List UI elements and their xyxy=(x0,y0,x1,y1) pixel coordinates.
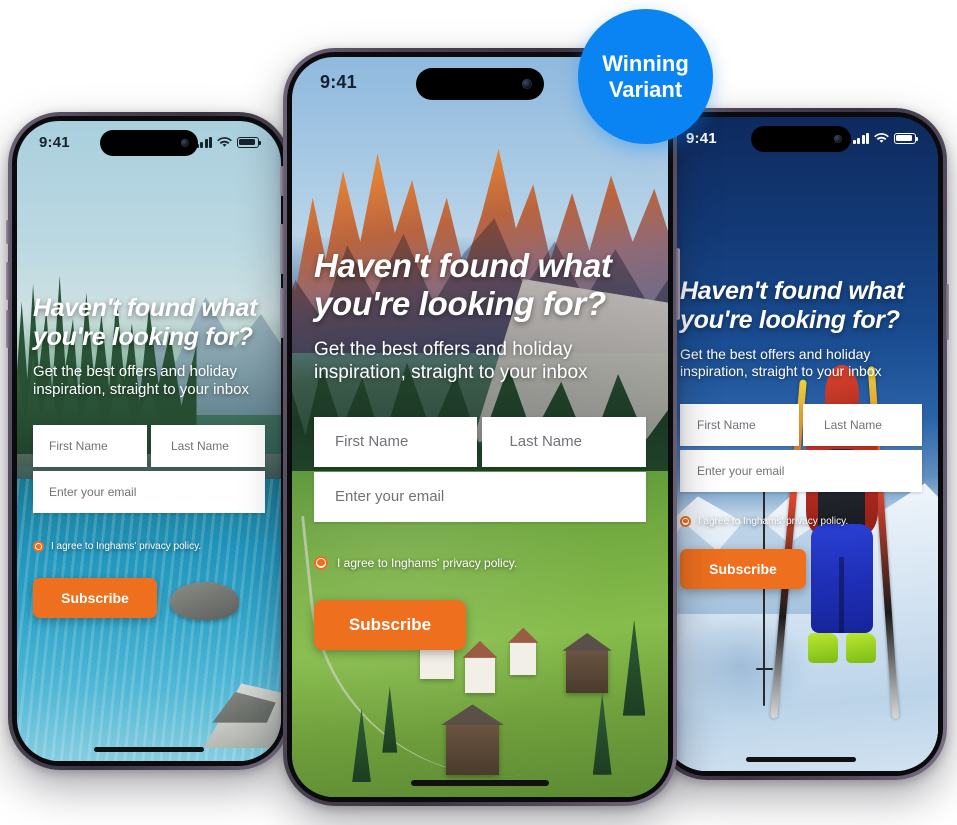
headline-line-2: you're looking for? xyxy=(314,284,606,322)
ab-test-mockup-stage: 9:41 Haven't found what you're looking f… xyxy=(0,0,957,825)
headline-line-1: Haven't found what xyxy=(314,247,612,284)
subhead-line-2: inspiration, straight to your inbox xyxy=(680,362,882,379)
phone-mockup-variant-a: 9:41 Haven't found what you're looking f… xyxy=(6,112,292,770)
home-indicator[interactable] xyxy=(94,747,204,752)
dynamic-island xyxy=(751,126,851,152)
consent-checkbox[interactable] xyxy=(680,515,691,527)
page-title: Haven't found what you're looking for? xyxy=(314,247,646,322)
privacy-consent-row[interactable]: I agree to Inghams' privacy policy. xyxy=(314,555,646,570)
last-name-input[interactable]: Last Name xyxy=(802,403,922,446)
email-placeholder: Enter your email xyxy=(697,463,785,478)
privacy-consent-row[interactable]: I agree to Inghams' privacy policy. xyxy=(33,541,265,552)
first-name-placeholder: First Name xyxy=(697,417,756,432)
consent-label: I agree to Inghams' privacy policy. xyxy=(698,515,849,527)
signup-form-variant-c: Haven't found what you're looking for? G… xyxy=(664,277,938,589)
volume-up-button[interactable] xyxy=(6,262,9,300)
front-camera-lens-icon xyxy=(834,135,842,143)
signup-form-variant-b: Haven't found what you're looking for? G… xyxy=(292,247,668,650)
page-subtitle: Get the best offers and holiday inspirat… xyxy=(680,346,922,380)
email-placeholder: Enter your email xyxy=(335,488,445,506)
volume-down-button[interactable] xyxy=(6,310,9,348)
consent-label: I agree to Inghams' privacy policy. xyxy=(337,555,518,570)
volume-up-button[interactable] xyxy=(280,224,284,274)
power-button[interactable] xyxy=(676,248,680,320)
subscribe-button[interactable]: Subscribe xyxy=(314,599,466,650)
wifi-icon xyxy=(874,132,889,143)
action-button[interactable] xyxy=(6,220,9,244)
action-button[interactable] xyxy=(280,166,284,196)
village-house-2 xyxy=(464,656,496,694)
first-name-placeholder: First Name xyxy=(335,433,409,451)
email-input[interactable]: Enter your email xyxy=(33,471,265,513)
volume-down-button[interactable] xyxy=(280,288,284,338)
winning-variant-badge-line-2: Variant xyxy=(608,76,683,102)
subscribe-button[interactable]: Subscribe xyxy=(680,548,806,589)
name-fields-row: First Name Last Name xyxy=(680,403,922,446)
status-time: 9:41 xyxy=(39,133,70,151)
signup-form-variant-a: Haven't found what you're looking for? G… xyxy=(17,294,281,618)
first-name-input[interactable]: First Name xyxy=(314,416,478,467)
battery-icon xyxy=(894,132,919,144)
privacy-consent-row[interactable]: I agree to Inghams' privacy policy. xyxy=(680,515,922,527)
front-camera-lens-icon xyxy=(181,139,189,147)
email-placeholder: Enter your email xyxy=(49,485,137,499)
ski-boot-right xyxy=(846,633,877,664)
page-subtitle: Get the best offers and holiday inspirat… xyxy=(314,339,646,385)
subhead-line-2: inspiration, straight to your inbox xyxy=(314,362,588,384)
phone-mockup-variant-b: 9:41 Haven't found what you're looking f… xyxy=(280,48,680,806)
page-title: Haven't found what you're looking for? xyxy=(33,294,265,351)
consent-checkbox[interactable] xyxy=(314,555,328,570)
status-time: 9:41 xyxy=(686,129,717,147)
winning-variant-badge: Winning Variant xyxy=(578,9,713,144)
last-name-input[interactable]: Last Name xyxy=(150,425,265,467)
page-subtitle: Get the best offers and holiday inspirat… xyxy=(33,363,265,399)
headline-line-1: Haven't found what xyxy=(33,294,258,322)
ski-boot-left xyxy=(807,633,838,664)
dynamic-island xyxy=(100,130,198,156)
dynamic-island xyxy=(416,68,544,100)
snow-shadow xyxy=(669,614,812,719)
wifi-icon xyxy=(217,136,232,147)
phone-mockup-variant-c: 9:41 Haven't found what you're looking f… xyxy=(653,108,949,780)
headline-line-2: you're looking for? xyxy=(33,322,253,351)
subhead-line-2: inspiration, straight to your inbox xyxy=(33,381,249,398)
subhead-line-1: Get the best offers and holiday xyxy=(33,363,238,380)
subscribe-label: Subscribe xyxy=(61,590,129,606)
consent-checkbox[interactable] xyxy=(33,541,44,552)
subscribe-label: Subscribe xyxy=(348,614,432,634)
headline-line-1: Haven't found what xyxy=(680,277,905,305)
subhead-line-1: Get the best offers and holiday xyxy=(680,346,871,362)
email-input[interactable]: Enter your email xyxy=(314,471,646,522)
last-name-placeholder: Last Name xyxy=(823,417,882,432)
subhead-line-1: Get the best offers and holiday xyxy=(314,339,573,361)
last-name-placeholder: Last Name xyxy=(509,433,582,451)
first-name-input[interactable]: First Name xyxy=(680,403,799,446)
status-time: 9:41 xyxy=(320,71,357,92)
name-fields-row: First Name Last Name xyxy=(33,425,265,467)
power-button[interactable] xyxy=(946,284,949,340)
battery-icon xyxy=(237,136,262,148)
phone-screen-variant-b: 9:41 Haven't found what you're looking f… xyxy=(292,57,668,797)
wooden-barn-1 xyxy=(566,649,608,694)
home-indicator[interactable] xyxy=(411,780,549,786)
subscribe-button[interactable]: Subscribe xyxy=(33,578,157,618)
wooden-barn-2 xyxy=(446,723,499,775)
page-title: Haven't found what you're looking for? xyxy=(680,277,922,334)
home-indicator[interactable] xyxy=(746,757,856,762)
consent-label: I agree to Inghams' privacy policy. xyxy=(51,541,202,552)
last-name-placeholder: Last Name xyxy=(170,439,229,453)
first-name-input[interactable]: First Name xyxy=(33,425,147,467)
phone-screen-variant-a: 9:41 Haven't found what you're looking f… xyxy=(17,121,281,761)
subscribe-label: Subscribe xyxy=(709,560,777,577)
front-camera-lens-icon xyxy=(522,79,532,89)
first-name-placeholder: First Name xyxy=(49,439,108,453)
email-input[interactable]: Enter your email xyxy=(680,449,922,492)
name-fields-row: First Name Last Name xyxy=(314,416,646,467)
phone-screen-variant-c: 9:41 Haven't found what you're looking f… xyxy=(664,117,938,771)
cellular-signal-icon xyxy=(852,132,869,144)
headline-line-2: you're looking for? xyxy=(680,305,900,334)
winning-variant-badge-line-1: Winning xyxy=(602,51,689,77)
last-name-input[interactable]: Last Name xyxy=(482,416,646,467)
